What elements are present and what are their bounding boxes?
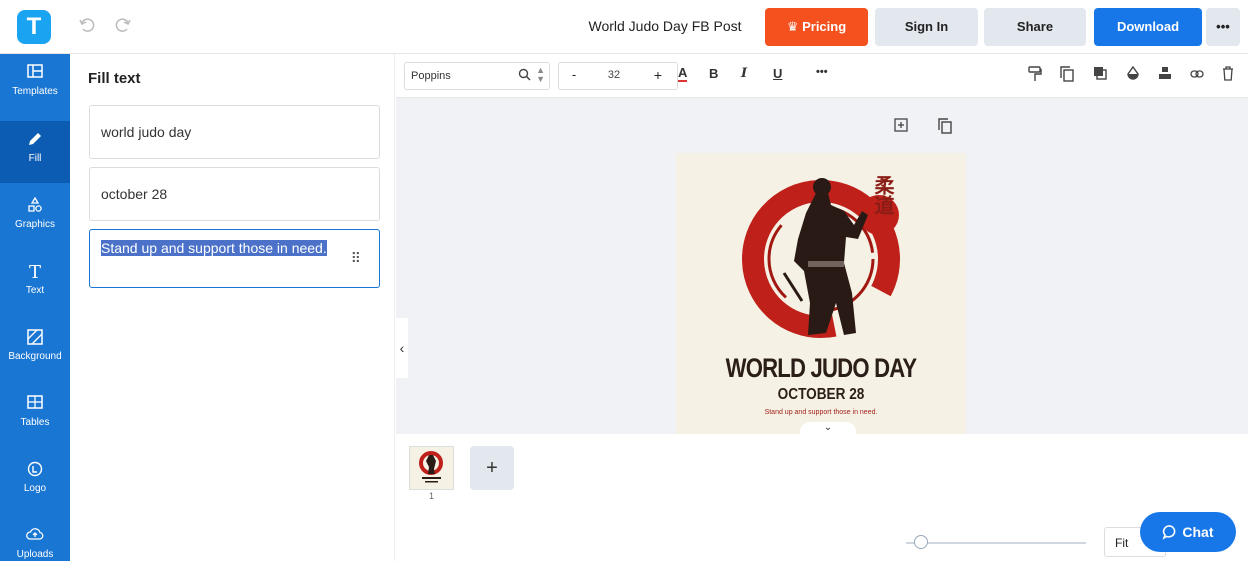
pricing-label: Pricing (802, 19, 847, 34)
paint-roller-icon[interactable] (1028, 66, 1042, 85)
collapse-panel-chevron-icon[interactable]: ‹ (396, 318, 408, 378)
sidebar: Templates Fill Graphics T Text Backgroun… (0, 54, 70, 561)
zoom-slider-handle[interactable] (914, 535, 928, 549)
sidebar-item-label: Graphics (14, 219, 55, 230)
text-field-date[interactable]: october 28 (89, 167, 380, 221)
more-options-button[interactable]: ••• (1206, 8, 1240, 46)
judo-illustration (742, 178, 900, 338)
sidebar-item-label: Logo (23, 483, 47, 494)
page-thumbnail-preview (419, 451, 443, 483)
undo-icon[interactable] (78, 16, 98, 36)
share-button[interactable]: Share (984, 8, 1086, 46)
text-icon: T (28, 262, 41, 283)
font-name: Poppins (411, 70, 451, 82)
sidebar-item-label: Fill (28, 153, 42, 164)
underline-button[interactable]: U (773, 66, 782, 81)
sidebar-item-label: Background (8, 351, 62, 362)
sign-in-button[interactable]: Sign In (875, 8, 978, 46)
sidebar-item-tables[interactable]: Tables (0, 385, 70, 447)
duplicate-icon[interactable] (1060, 66, 1074, 85)
align-icon[interactable] (1158, 66, 1172, 83)
templates-icon (24, 64, 46, 84)
app-logo[interactable]: T (17, 10, 51, 44)
font-size-decrease-button[interactable]: - (563, 67, 585, 87)
sidebar-item-fill[interactable]: Fill (0, 121, 70, 183)
redo-icon[interactable] (114, 16, 134, 36)
fill-text-panel: Fill text world judo day october 28 Stan… (70, 54, 395, 561)
text-field-subtitle[interactable]: Stand up and support those in need. ⠿ (89, 229, 380, 288)
sidebar-item-label: Tables (20, 417, 50, 428)
bold-button[interactable]: B (709, 66, 718, 81)
opacity-icon[interactable] (1126, 65, 1140, 83)
sidebar-item-label: Text (25, 285, 45, 296)
zoom-slider[interactable] (906, 542, 1086, 544)
font-size-increase-button[interactable]: + (647, 67, 669, 87)
shapes-icon (24, 196, 46, 217)
top-bar: T World Judo Day FB Post ♛ Pricing Sign … (0, 0, 1248, 54)
add-page-icon[interactable] (894, 118, 908, 135)
document-title[interactable]: World Judo Day FB Post (580, 18, 750, 34)
more-text-options-button[interactable]: ••• (816, 66, 828, 78)
cloud-upload-icon (24, 527, 46, 547)
background-icon (24, 329, 46, 349)
poster-date[interactable]: OCTOBER 28 (698, 386, 945, 404)
add-page-button[interactable]: + (470, 446, 514, 490)
italic-button[interactable]: I (741, 66, 747, 81)
pages-strip: 1 + Fit (396, 434, 1248, 561)
poster-subtitle[interactable]: Stand up and support those in need. (676, 409, 966, 416)
chat-bubble-icon (1162, 524, 1182, 540)
pencil-icon (24, 131, 46, 151)
delete-icon[interactable] (1222, 66, 1234, 84)
text-field-title[interactable]: world judo day (89, 105, 380, 159)
selected-text: Stand up and support those in need. (101, 240, 327, 256)
sidebar-item-label: Templates (12, 86, 58, 97)
sidebar-item-graphics[interactable]: Graphics (0, 187, 70, 249)
layer-icon[interactable] (1093, 66, 1107, 83)
pricing-button[interactable]: ♛ Pricing (765, 8, 868, 46)
crown-icon: ♛ (786, 19, 799, 34)
drag-handle-icon[interactable]: ⠿ (351, 250, 361, 267)
sidebar-item-templates[interactable]: Templates (0, 54, 70, 116)
sidebar-item-label: Uploads (16, 549, 54, 560)
panel-title: Fill text (88, 70, 141, 87)
chat-button[interactable]: Chat (1140, 512, 1236, 552)
link-icon[interactable] (1190, 66, 1204, 82)
text-toolbar: Poppins ▲ ▼ - 32 + A B I U ••• (396, 54, 1248, 98)
sidebar-item-text[interactable]: T Text (0, 253, 70, 315)
text-color-button[interactable]: A (678, 66, 688, 82)
table-icon (24, 395, 46, 415)
poster-title[interactable]: WORLD JUDO DAY (702, 353, 940, 384)
font-size-value[interactable]: 32 (599, 69, 629, 81)
spinner-icon[interactable]: ▲ ▼ (536, 66, 545, 84)
chat-label: Chat (1182, 524, 1214, 540)
search-icon[interactable] (518, 68, 531, 84)
font-size-control: - 32 + (558, 62, 678, 90)
sidebar-item-background[interactable]: Background (0, 319, 70, 381)
sidebar-item-logo[interactable]: Logo (0, 451, 70, 513)
canvas-area: 柔道 WORLD JUDO DAY OCTOBER 28 Stand up an… (396, 98, 1248, 434)
logo-icon (24, 461, 46, 481)
design-canvas[interactable]: 柔道 WORLD JUDO DAY OCTOBER 28 Stand up an… (676, 153, 966, 434)
download-button[interactable]: Download (1094, 8, 1202, 46)
font-family-select[interactable]: Poppins ▲ ▼ (404, 62, 550, 90)
page-number: 1 (429, 491, 435, 501)
page-thumbnail[interactable] (409, 446, 454, 490)
sidebar-item-uploads[interactable]: Uploads (0, 517, 70, 579)
poster-kanji: 柔道 (871, 175, 895, 215)
duplicate-page-icon[interactable] (938, 118, 952, 137)
